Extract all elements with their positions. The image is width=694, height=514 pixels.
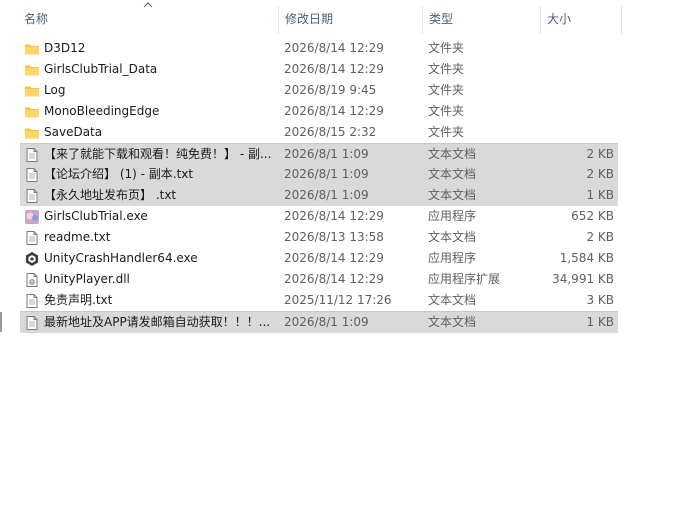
text-file-icon — [24, 230, 40, 246]
column-header-bar: 名称 修改日期 类型 大小 — [0, 0, 694, 36]
text-file-icon — [24, 293, 40, 309]
file-modified: 2026/8/14 12:29 — [284, 251, 384, 265]
file-name: GirlsClubTrial_Data — [44, 62, 158, 76]
text-file-icon — [24, 188, 40, 204]
file-size: 1 KB — [586, 188, 614, 202]
file-name: D3D12 — [44, 41, 86, 55]
file-row[interactable]: readme.txt 2026/8/13 13:58 文本文档 2 KB — [20, 227, 618, 248]
column-header-modified[interactable]: 修改日期 — [278, 6, 422, 34]
file-size — [520, 80, 614, 101]
file-name: UnityCrashHandler64.exe — [44, 251, 198, 265]
file-modified: 2026/8/19 9:45 — [284, 83, 377, 97]
file-name: 免责声明.txt — [44, 293, 113, 307]
file-row[interactable]: UnityCrashHandler64.exe 2026/8/14 12:29 应用… — [20, 248, 618, 269]
file-size: 1,584 KB — [559, 251, 614, 265]
column-header-modified-label: 修改日期 — [285, 12, 334, 26]
file-modified: 2026/8/15 2:32 — [284, 125, 377, 139]
folder-icon — [24, 83, 40, 99]
column-header-name[interactable]: 名称 — [18, 6, 278, 34]
file-row[interactable]: 【论坛介绍】 (1) - 副本.txt 2026/8/1 1:09 文本文档 2 KB — [20, 164, 618, 185]
file-row[interactable]: SaveData 2026/8/15 2:32 文件夹 — [20, 122, 618, 143]
file-name: MonoBleedingEdge — [44, 104, 160, 118]
file-size: 2 KB — [586, 230, 614, 244]
file-row[interactable]: 【来了就能下载和观看！纯免费！】 - 副... 2026/8/1 1:09 文本文档… — [20, 143, 618, 165]
file-row[interactable]: D3D12 2026/8/14 12:29 文件夹 — [20, 38, 618, 59]
file-size: 2 KB — [586, 167, 614, 181]
file-row[interactable]: UnityPlayer.dll 2026/8/14 12:29 应用程序扩展 34,9… — [20, 269, 618, 290]
file-name: Log — [44, 83, 66, 97]
file-size — [520, 38, 614, 59]
file-name: readme.txt — [44, 230, 111, 244]
file-name: 【来了就能下载和观看！纯免费！】 - 副... — [44, 147, 272, 161]
file-name: 最新地址及APP请发邮箱自动获取！！！... — [44, 315, 271, 329]
file-size: 652 KB — [571, 209, 614, 223]
selection-anchor-marker — [0, 312, 2, 332]
column-header-type[interactable]: 类型 — [422, 6, 540, 34]
column-header-size[interactable]: 大小 — [540, 6, 622, 34]
file-modified: 2026/8/1 1:09 — [284, 188, 369, 202]
file-row[interactable]: GirlsClubTrial.exe 2026/8/14 12:29 应用程序 652… — [20, 206, 618, 227]
folder-icon — [24, 104, 40, 120]
file-name: 【论坛介绍】 (1) - 副本.txt — [44, 167, 194, 181]
file-modified: 2025/11/12 17:26 — [284, 293, 392, 307]
file-size — [520, 122, 614, 143]
file-size: 34,991 KB — [552, 272, 614, 286]
file-size: 2 KB — [586, 147, 614, 161]
file-modified: 2026/8/1 1:09 — [284, 167, 369, 181]
file-size — [520, 101, 614, 122]
file-name: UnityPlayer.dll — [44, 272, 130, 286]
file-row[interactable]: GirlsClubTrial_Data 2026/8/14 12:29 文件夹 — [20, 59, 618, 80]
file-modified: 2026/8/14 12:29 — [284, 104, 384, 118]
folder-icon — [24, 41, 40, 57]
text-file-icon — [24, 315, 40, 331]
file-modified: 2026/8/13 13:58 — [284, 230, 384, 244]
file-modified: 2026/8/1 1:09 — [284, 315, 369, 329]
file-name: SaveData — [44, 125, 103, 139]
file-name: GirlsClubTrial.exe — [44, 209, 148, 223]
unity-icon — [24, 251, 40, 267]
column-header-type-label: 类型 — [429, 12, 454, 26]
file-modified: 2026/8/14 12:29 — [284, 272, 384, 286]
app-exe-icon — [24, 209, 40, 225]
text-file-icon — [24, 147, 40, 163]
folder-icon — [24, 125, 40, 141]
file-row[interactable]: 【永久地址发布页】 .txt 2026/8/1 1:09 文本文档 1 KB — [20, 185, 618, 206]
column-header-size-label: 大小 — [547, 12, 572, 26]
sort-ascending-icon — [143, 2, 153, 8]
file-modified: 2026/8/14 12:29 — [284, 209, 384, 223]
folder-icon — [24, 62, 40, 78]
file-row[interactable]: Log 2026/8/19 9:45 文件夹 — [20, 80, 618, 101]
file-size: 1 KB — [586, 315, 614, 329]
file-modified: 2026/8/14 12:29 — [284, 41, 384, 55]
text-file-icon — [24, 167, 40, 183]
dll-file-icon — [24, 272, 40, 288]
file-row[interactable]: 最新地址及APP请发邮箱自动获取！！！... 2026/8/1 1:09 文本文档 1… — [20, 311, 618, 333]
file-size — [520, 59, 614, 80]
file-name: 【永久地址发布页】 .txt — [44, 188, 177, 202]
file-row[interactable]: MonoBleedingEdge 2026/8/14 12:29 文件夹 — [20, 101, 618, 122]
file-size: 3 KB — [586, 293, 614, 307]
file-row[interactable]: 免责声明.txt 2025/11/12 17:26 文本文档 3 KB — [20, 290, 618, 311]
column-header-name-label: 名称 — [24, 12, 49, 26]
file-modified: 2026/8/1 1:09 — [284, 147, 369, 161]
file-modified: 2026/8/14 12:29 — [284, 62, 384, 76]
